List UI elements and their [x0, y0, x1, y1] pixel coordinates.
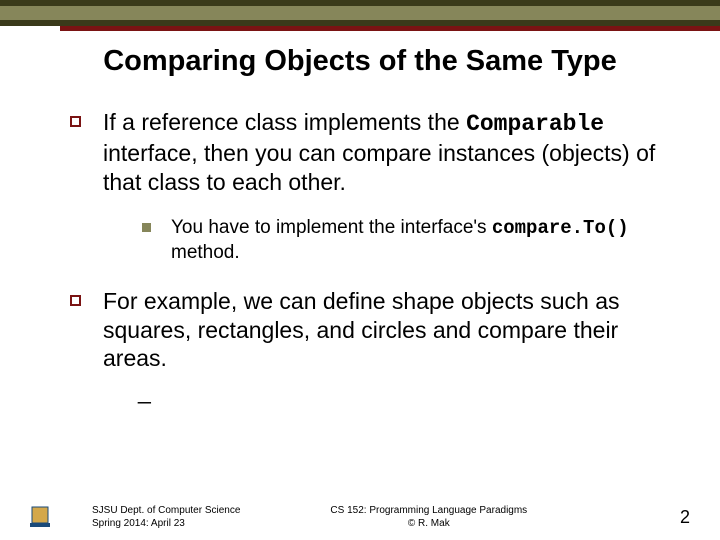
slide-footer: SJSU Dept. of Computer Science Spring 20…	[0, 504, 720, 530]
stripe	[60, 26, 720, 31]
footer-dept: SJSU Dept. of Computer Science	[92, 504, 240, 517]
slide-title: Comparing Objects of the Same Type	[0, 45, 720, 78]
footer-date: Spring 2014: April 23	[92, 517, 240, 530]
dash-placeholder: _	[138, 377, 680, 406]
sjsu-logo-icon	[28, 505, 52, 529]
text-segment: interface, then you can compare instance…	[103, 140, 655, 195]
page-number: 2	[680, 507, 690, 528]
code-segment: Comparable	[466, 111, 604, 137]
stripe	[0, 6, 720, 20]
bullet-item: For example, we can define shape objects…	[70, 287, 680, 406]
filled-square-bullet-icon	[142, 223, 151, 232]
text-segment: If a reference class implements the	[103, 109, 466, 135]
footer-course: CS 152: Programming Language Paradigms	[330, 504, 527, 517]
slide-body: If a reference class implements the Comp…	[0, 108, 720, 406]
footer-copyright: © R. Mak	[330, 517, 527, 530]
text-segment: For example, we can define shape objects…	[103, 288, 620, 372]
bullet-text: If a reference class implements the Comp…	[103, 108, 680, 196]
sub-bullet-item: You have to implement the interface's co…	[142, 216, 680, 265]
code-segment: compare.To()	[492, 217, 629, 239]
footer-left: SJSU Dept. of Computer Science Spring 20…	[92, 504, 240, 530]
text-segment: You have to implement the interface's	[171, 217, 492, 238]
sub-bullet-text: You have to implement the interface's co…	[171, 216, 680, 265]
text-segment: method.	[171, 242, 240, 263]
bullet-text: For example, we can define shape objects…	[103, 287, 680, 406]
square-bullet-icon	[70, 295, 81, 306]
footer-center: CS 152: Programming Language Paradigms ©…	[330, 504, 527, 530]
bullet-item: If a reference class implements the Comp…	[70, 108, 680, 196]
square-bullet-icon	[70, 116, 81, 127]
decorative-stripes	[0, 0, 720, 31]
